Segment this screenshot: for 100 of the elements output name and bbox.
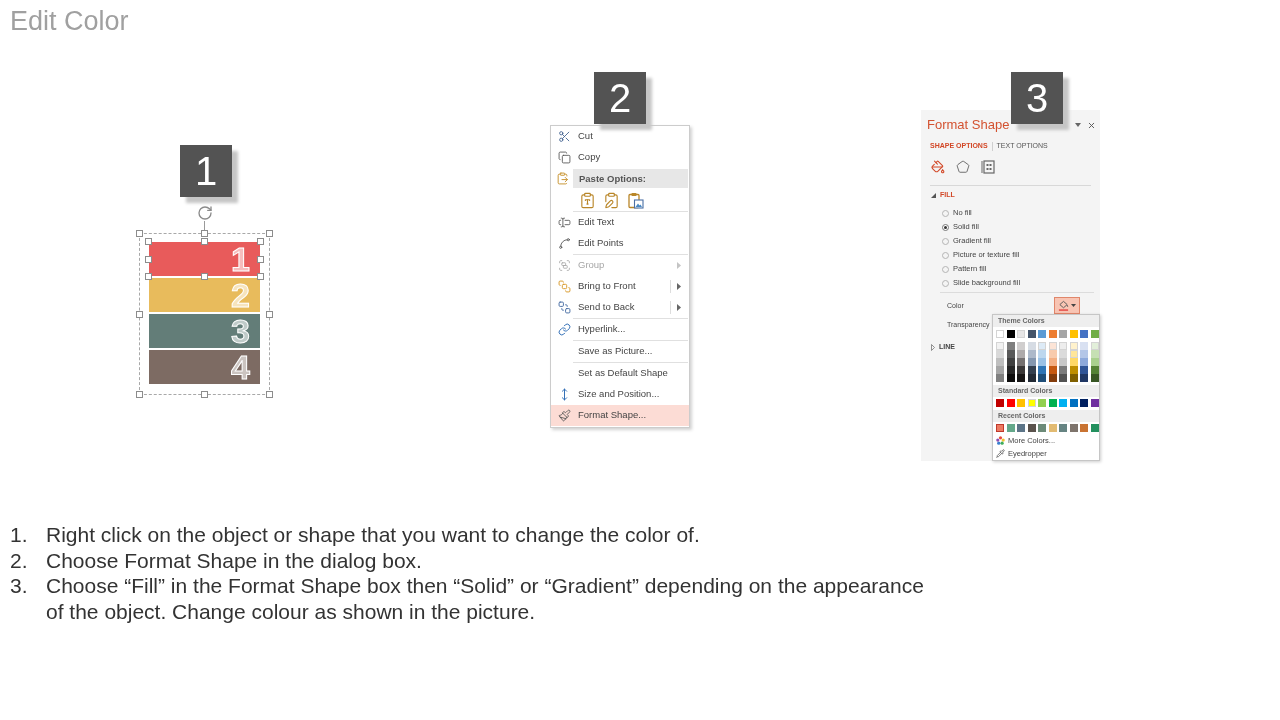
color-swatch-icon[interactable] <box>1027 374 1036 382</box>
color-swatch-icon[interactable] <box>996 350 1004 358</box>
color-swatch-icon[interactable] <box>1059 330 1067 338</box>
menu-item[interactable]: Edit Text <box>551 212 689 233</box>
dropdown-triangle-icon[interactable] <box>1075 123 1081 127</box>
color-swatch-icon[interactable] <box>1080 342 1088 350</box>
color-swatch-icon[interactable] <box>1006 424 1015 432</box>
color-swatch-icon[interactable] <box>1006 330 1015 338</box>
color-swatch-icon[interactable] <box>1059 358 1067 366</box>
color-swatch-icon[interactable] <box>1006 374 1015 382</box>
color-swatch-icon[interactable] <box>1080 358 1088 366</box>
menu-item[interactable]: Send to Back <box>551 297 689 318</box>
color-swatch-icon[interactable] <box>1038 374 1046 382</box>
color-swatch-icon[interactable] <box>1080 399 1088 407</box>
color-swatch-icon[interactable] <box>1069 374 1078 382</box>
color-swatch-icon[interactable] <box>996 358 1004 366</box>
color-swatch-icon[interactable] <box>1069 330 1078 338</box>
menu-item[interactable]: Cut <box>551 126 689 147</box>
color-swatch-icon[interactable] <box>1069 399 1078 407</box>
color-swatch-icon[interactable] <box>1038 358 1046 366</box>
color-swatch-icon[interactable] <box>996 424 1004 432</box>
color-swatch-icon[interactable] <box>1027 330 1036 338</box>
color-swatch-icon[interactable] <box>1090 424 1099 432</box>
color-swatch-icon[interactable] <box>1048 399 1057 407</box>
color-swatch-icon[interactable] <box>1017 358 1025 366</box>
menu-item[interactable]: Bring to Front <box>551 276 689 297</box>
color-swatch-icon[interactable] <box>1048 358 1057 366</box>
color-swatch-icon[interactable] <box>1017 399 1025 407</box>
color-swatch-icon[interactable] <box>1006 358 1015 366</box>
menu-item[interactable]: Copy <box>551 147 689 168</box>
resize-handle-icon[interactable] <box>145 273 152 280</box>
resize-handle-icon[interactable] <box>266 391 273 398</box>
color-swatch-icon[interactable] <box>1006 342 1015 350</box>
color-swatch-icon[interactable] <box>1017 374 1025 382</box>
color-swatch-icon[interactable] <box>1048 330 1057 338</box>
color-swatch-icon[interactable] <box>1006 350 1015 358</box>
resize-handle-icon[interactable] <box>136 391 143 398</box>
color-swatch-icon[interactable] <box>1027 358 1036 366</box>
color-swatch-icon[interactable] <box>1017 366 1025 374</box>
rotate-handle-icon[interactable] <box>196 205 213 221</box>
color-swatch-icon[interactable] <box>1080 350 1088 358</box>
color-swatch-icon[interactable] <box>996 374 1004 382</box>
radio-button[interactable] <box>942 223 949 231</box>
color-swatch-icon[interactable] <box>1027 366 1036 374</box>
color-swatch-icon[interactable] <box>1090 330 1099 338</box>
color-swatch-icon[interactable] <box>1059 350 1067 358</box>
menu-item[interactable]: Edit Points <box>551 233 689 254</box>
close-icon[interactable] <box>1087 120 1096 130</box>
color-swatch-icon[interactable] <box>1038 330 1046 338</box>
color-swatch-icon[interactable] <box>1069 366 1078 374</box>
color-swatch-icon[interactable] <box>1069 358 1078 366</box>
color-swatch-icon[interactable] <box>1017 342 1025 350</box>
color-swatch-icon[interactable] <box>1048 366 1057 374</box>
color-swatch-icon[interactable] <box>1038 350 1046 358</box>
color-swatch-icon[interactable] <box>1080 330 1088 338</box>
color-swatch-icon[interactable] <box>1080 374 1088 382</box>
color-swatch-icon[interactable] <box>1090 366 1099 374</box>
color-swatch-icon[interactable] <box>1027 424 1036 432</box>
clipboard-pen-icon[interactable] <box>603 191 620 209</box>
menu-item[interactable]: Size and Position... <box>551 384 689 405</box>
menu-item[interactable]: Set as Default Shape <box>551 363 689 384</box>
color-swatch-icon[interactable] <box>1017 350 1025 358</box>
color-swatch-icon[interactable] <box>1048 350 1057 358</box>
clipboard-text-icon[interactable] <box>579 191 596 209</box>
color-swatch-icon[interactable] <box>996 366 1004 374</box>
color-swatch-icon[interactable] <box>1059 366 1067 374</box>
resize-handle-icon[interactable] <box>257 273 264 280</box>
color-swatch-icon[interactable] <box>1090 350 1099 358</box>
resize-handle-icon[interactable] <box>201 391 208 398</box>
color-swatch-icon[interactable] <box>1017 424 1025 432</box>
color-swatch-icon[interactable] <box>1059 374 1067 382</box>
color-swatch-icon[interactable] <box>1090 399 1099 407</box>
color-swatch-icon[interactable] <box>1048 424 1057 432</box>
color-swatch-icon[interactable] <box>1069 424 1078 432</box>
clipboard-picture-icon[interactable] <box>627 191 644 209</box>
color-swatch-icon[interactable] <box>1027 350 1036 358</box>
color-swatch-icon[interactable] <box>1038 424 1046 432</box>
color-swatch-icon[interactable] <box>1006 366 1015 374</box>
color-swatch-icon[interactable] <box>996 399 1004 407</box>
color-picker-button[interactable] <box>1054 297 1080 314</box>
color-swatch-icon[interactable] <box>1090 358 1099 366</box>
grid-icon[interactable] <box>981 160 995 174</box>
color-swatch-icon[interactable] <box>1059 399 1067 407</box>
resize-handle-icon[interactable] <box>136 310 143 318</box>
menu-item[interactable]: Hyperlink... <box>551 319 689 340</box>
color-swatch-icon[interactable] <box>1027 342 1036 350</box>
color-swatch-icon[interactable] <box>1080 366 1088 374</box>
color-swatch-icon[interactable] <box>1038 399 1046 407</box>
color-swatch-icon[interactable] <box>1038 366 1046 374</box>
resize-handle-icon[interactable] <box>201 273 208 280</box>
resize-handle-icon[interactable] <box>145 255 152 263</box>
color-swatch-icon[interactable] <box>1090 374 1099 382</box>
color-swatch-icon[interactable] <box>1059 424 1067 432</box>
menu-item[interactable]: Save as Picture... <box>551 341 689 362</box>
menu-item[interactable]: Format Shape... <box>551 405 689 426</box>
color-swatch-icon[interactable] <box>1080 424 1088 432</box>
color-swatch-icon[interactable] <box>1048 374 1057 382</box>
color-swatch-icon[interactable] <box>1006 399 1015 407</box>
resize-handle-icon[interactable] <box>266 310 273 318</box>
paint-bucket-icon[interactable] <box>931 160 945 174</box>
